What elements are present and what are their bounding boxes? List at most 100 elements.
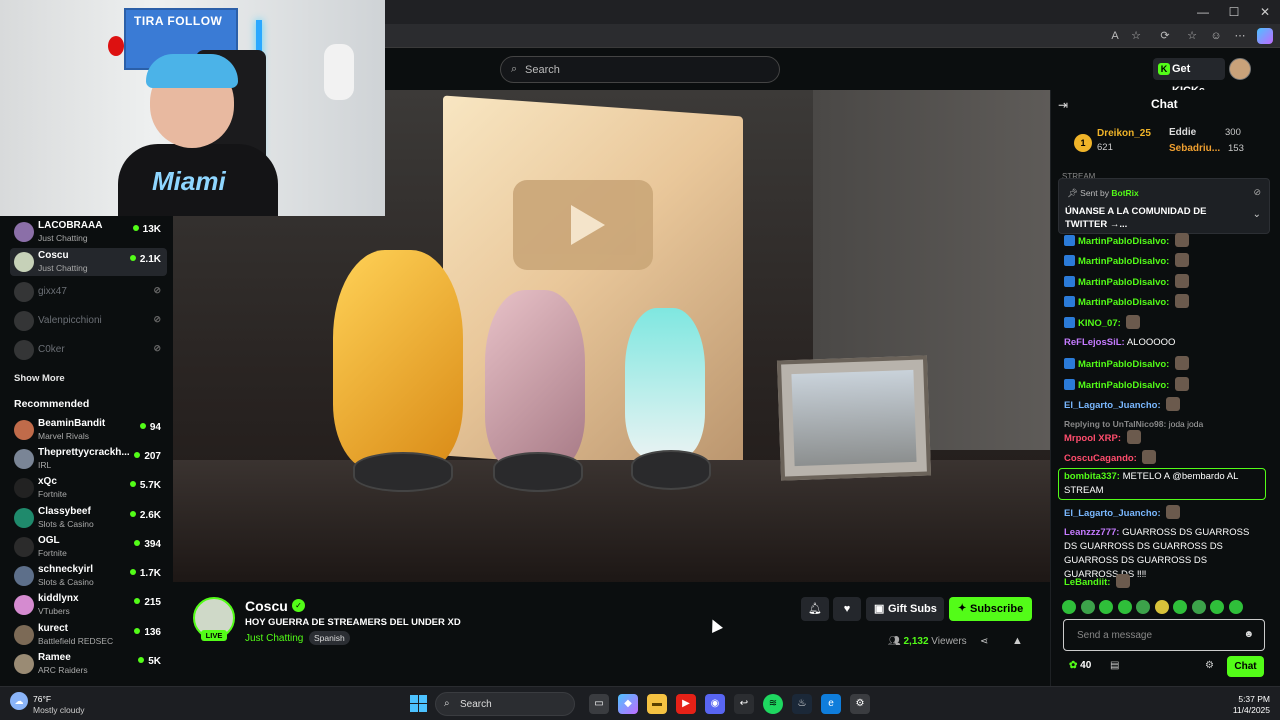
sidebar-item-valenpicchioni[interactable]: Valenpicchioni ⊘ (10, 307, 167, 335)
emote-icon[interactable] (1191, 600, 1206, 614)
chat-message[interactable]: ReFLejosSiL: ALOOOOO (1064, 336, 1175, 350)
emote-icon[interactable] (1099, 600, 1113, 614)
channel-name[interactable]: Coscu (245, 598, 288, 614)
chat-username[interactable]: CoscuCagando: (1064, 453, 1137, 464)
chevron-down-icon[interactable]: ⌄ (1253, 209, 1261, 220)
emote-icon[interactable] (1080, 600, 1095, 614)
settings-app-icon[interactable]: ⚙ (850, 694, 870, 714)
taskbar-search[interactable]: ⌕ Search (435, 692, 575, 716)
clock-time[interactable]: 5:37 PM (1236, 694, 1270, 704)
chat-message[interactable]: MartinPabloDisalvo: (1064, 377, 1189, 393)
notification-bell-button[interactable]: 🔔︎ (801, 597, 829, 621)
maximize-button[interactable]: ☐ (1217, 0, 1251, 24)
chat-message[interactable]: MartinPabloDisalvo: (1064, 356, 1189, 372)
chat-message[interactable]: CoscuCagando: (1064, 450, 1157, 466)
weather-temperature[interactable]: 76°F (33, 694, 51, 704)
copilot-app-icon[interactable]: ◆ (618, 694, 638, 714)
menu-icon[interactable]: ⋯ (1233, 29, 1247, 43)
emote-icon[interactable] (1228, 600, 1243, 614)
task-view-icon[interactable]: ▭ (589, 694, 609, 714)
sidebar-item-recommended[interactable]: kurect Battlefield REDSEC 136 (10, 621, 167, 649)
emote-icon[interactable] (1062, 600, 1076, 614)
sidebar-item-gixx47[interactable]: gixx47 ⊘ (10, 278, 167, 306)
chat-username[interactable]: LeBandiit: (1064, 577, 1110, 588)
emote-icon[interactable] (1154, 600, 1169, 614)
weather-icon[interactable]: ☁ (10, 692, 28, 710)
emote-icon[interactable] (1136, 600, 1150, 614)
chat-username[interactable]: MartinPabloDisalvo: (1078, 236, 1169, 247)
youtube-icon[interactable]: ▶ (676, 694, 696, 714)
chat-username[interactable]: Mrpool XRP: (1064, 433, 1121, 444)
chat-username[interactable]: MartinPabloDisalvo: (1078, 359, 1169, 370)
emote-icon[interactable] (1210, 600, 1224, 614)
pinned-message[interactable]: 📌︎ Sent by BotRix ÚNANSE A LA COMUNIDAD … (1058, 178, 1270, 234)
chat-username[interactable]: MartinPabloDisalvo: (1078, 277, 1169, 288)
sidebar-item-recommended[interactable]: xQc Fortnite 5.7K (10, 474, 167, 502)
sidebar-item-lacobraaa[interactable]: LACOBRAAA Just Chatting 13K (10, 218, 167, 246)
chat-username[interactable]: MartinPabloDisalvo: (1078, 297, 1169, 308)
profile-icon[interactable]: ☺ (1209, 29, 1223, 43)
favorites-icon[interactable]: ☆ (1185, 29, 1199, 43)
sidebar-item-recommended[interactable]: Theprettyycrackh... IRL 207 (10, 445, 167, 473)
chat-message[interactable]: MartinPabloDisalvo: (1064, 274, 1189, 290)
chat-message[interactable]: MartinPabloDisalvo: (1064, 233, 1189, 249)
chat-username[interactable]: KINO_07: (1078, 318, 1121, 329)
emoji-icon[interactable]: ☻ (1243, 629, 1254, 640)
sidebar-item-c0ker[interactable]: C0ker ⊘ (10, 336, 167, 364)
chat-username[interactable]: bombita337: (1064, 471, 1120, 482)
search-input[interactable]: ⌕ Search (500, 56, 780, 83)
leaderboard-name[interactable]: Dreikon_25 (1097, 128, 1151, 139)
collapse-chat-icon[interactable]: ⇥ (1058, 98, 1068, 112)
get-kicks-button[interactable]: K Get KICKs (1153, 58, 1225, 97)
read-aloud-icon[interactable]: A (1108, 29, 1122, 43)
share-icon[interactable]: ⋖ (980, 636, 988, 647)
chat-username[interactable]: MartinPabloDisalvo: (1078, 256, 1169, 267)
app-icon[interactable]: ↩ (734, 694, 754, 714)
spotify-icon[interactable]: ≋ (763, 694, 783, 714)
address-bar[interactable] (385, 24, 1280, 48)
emote-icon[interactable] (1173, 600, 1187, 614)
chat-message[interactable]: LeBandiit: (1064, 574, 1131, 590)
chat-username[interactable]: Leanzzz777: (1064, 527, 1119, 538)
gift-subs-button[interactable]: ▣ Gift Subs (866, 597, 944, 621)
chat-username[interactable]: MartinPabloDisalvo: (1078, 380, 1169, 391)
sidebar-item-recommended[interactable]: kiddlynx VTubers 215 (10, 591, 167, 619)
sidebar-item-recommended[interactable]: BeaminBandit Marvel Rivals 94 (10, 416, 167, 444)
minimize-button[interactable]: — (1186, 0, 1220, 24)
edge-icon[interactable]: e (821, 694, 841, 714)
sidebar-item-recommended[interactable]: OGL Fortnite 394 (10, 533, 167, 561)
report-icon[interactable]: ▲ (1012, 635, 1023, 647)
chat-username[interactable]: El_Lagarto_Juancho: (1064, 400, 1161, 411)
favorite-icon[interactable]: ☆ (1129, 29, 1143, 43)
chat-message[interactable]: El_Lagarto_Juancho: (1064, 397, 1181, 413)
language-tag[interactable]: Spanish (309, 631, 350, 645)
chat-input[interactable]: Send a message ☻ (1063, 619, 1265, 651)
stream-category-link[interactable]: Just Chatting (245, 633, 303, 644)
leaderboard-name[interactable]: Eddie (1169, 127, 1196, 138)
emote-icon[interactable] (1117, 600, 1132, 614)
file-explorer-icon[interactable]: ▬ (647, 694, 667, 714)
sidebar-item-coscu[interactable]: Coscu Just Chatting 2.1K (10, 248, 167, 276)
sidebar-item-recommended[interactable]: schneckyirl Slots & Casino 1.7K (10, 562, 167, 590)
chat-message[interactable]: Replying to UnTalNico98: joda joda (1064, 417, 1203, 431)
chat-message[interactable]: Mrpool XRP: (1064, 430, 1141, 446)
chat-send-button[interactable]: Chat (1227, 656, 1264, 677)
chat-username[interactable]: ReFLejosSiL: (1064, 337, 1125, 348)
start-button[interactable] (410, 695, 427, 712)
follow-heart-button[interactable]: ♥ (833, 597, 861, 621)
discord-icon[interactable]: ◉ (705, 694, 725, 714)
chat-username[interactable]: El_Lagarto_Juancho: (1064, 508, 1161, 519)
chat-message[interactable]: MartinPabloDisalvo: (1064, 294, 1189, 310)
sidebar-item-recommended[interactable]: Classybeef Slots & Casino 2.6K (10, 504, 167, 532)
show-more-link[interactable]: Show More (14, 373, 65, 384)
steam-icon[interactable]: ♨ (792, 694, 812, 714)
leaderboard-name[interactable]: Sebadriu... (1169, 143, 1220, 154)
gear-icon[interactable]: ⚙ (1205, 660, 1214, 671)
subscribe-button[interactable]: ✦ Subscribe (949, 597, 1032, 621)
chat-username[interactable]: Replying to UnTalNico98: (1064, 419, 1166, 429)
chat-message[interactable]: KINO_07: (1064, 315, 1141, 331)
refresh-icon[interactable]: ⟳ (1158, 29, 1172, 43)
weather-description[interactable]: Mostly cloudy (33, 705, 85, 715)
chat-message[interactable]: El_Lagarto_Juancho: (1064, 505, 1181, 521)
chat-message[interactable]: MartinPabloDisalvo: (1064, 253, 1189, 269)
